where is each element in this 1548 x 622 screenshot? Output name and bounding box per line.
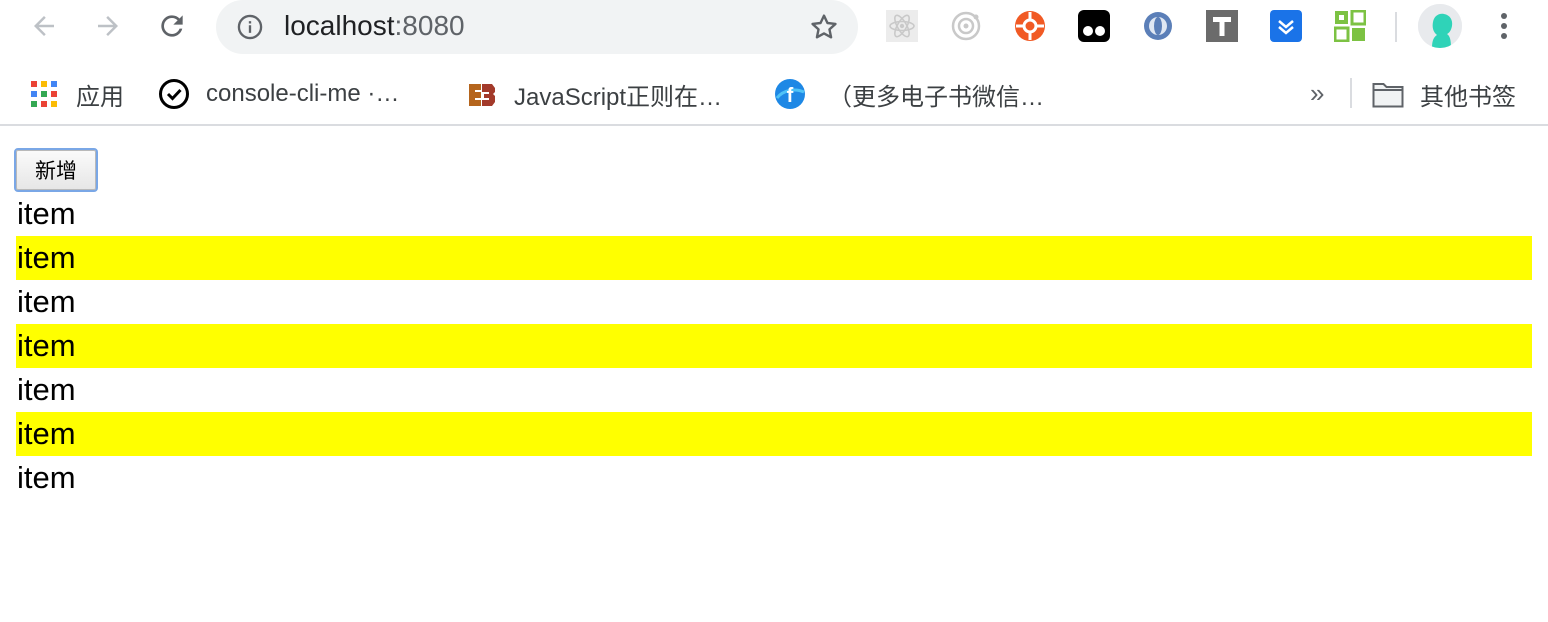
lifebuoy-extension-icon[interactable] bbox=[1014, 10, 1046, 42]
b-logo-icon bbox=[466, 78, 498, 110]
other-bookmarks-folder[interactable]: 其他书签 bbox=[1372, 76, 1516, 112]
browser-toolbar: localhost:8080 bbox=[0, 0, 1548, 62]
folder-icon bbox=[1372, 78, 1404, 110]
bookmark-javascript-regex[interactable]: JavaScript正则在… bbox=[466, 76, 722, 112]
bookmark-console-cli-me[interactable]: console-cli-me ·… bbox=[158, 76, 399, 112]
reload-icon bbox=[161, 15, 183, 37]
list-item: item bbox=[17, 460, 76, 495]
url-text[interactable]: localhost:8080 bbox=[284, 10, 465, 42]
reload-button[interactable] bbox=[152, 6, 192, 46]
svg-text:f: f bbox=[787, 85, 794, 107]
f-logo-icon: f bbox=[774, 78, 806, 110]
item-list: item item item item item item item bbox=[16, 192, 1532, 500]
url-host: localhost bbox=[284, 10, 395, 41]
bookmark-label: 应用 bbox=[76, 83, 124, 111]
download-extension-icon[interactable] bbox=[1270, 10, 1302, 42]
list-item: item bbox=[17, 196, 76, 231]
add-button[interactable]: 新增 bbox=[14, 148, 98, 192]
list-item: item bbox=[17, 372, 76, 407]
tampermonkey-icon[interactable] bbox=[1078, 10, 1110, 42]
bookmark-label: （更多电子书微信… bbox=[828, 83, 1044, 111]
address-bar[interactable]: localhost:8080 bbox=[216, 0, 858, 54]
profile-avatar[interactable] bbox=[1418, 4, 1462, 48]
target-extension-icon[interactable] bbox=[950, 10, 982, 42]
more-menu-icon[interactable] bbox=[1488, 8, 1520, 44]
t-extension-icon[interactable] bbox=[1206, 10, 1238, 42]
forward-arrow-icon bbox=[98, 16, 118, 36]
toolbar-divider bbox=[1395, 12, 1397, 42]
check-circle-icon bbox=[158, 78, 190, 110]
back-arrow-icon bbox=[34, 16, 54, 36]
avatar-icon bbox=[1418, 4, 1462, 48]
bookmark-star-icon[interactable] bbox=[808, 11, 840, 43]
list-item-highlighted: item bbox=[16, 412, 1532, 456]
list-item: item bbox=[17, 284, 76, 319]
forward-button[interactable] bbox=[88, 6, 128, 46]
other-bookmarks-label: 其他书签 bbox=[1420, 83, 1516, 111]
bookmark-apps[interactable]: 应用 bbox=[30, 76, 124, 112]
bookmark-label: console-cli-me ·… bbox=[206, 80, 400, 107]
bookmarks-divider bbox=[1350, 78, 1352, 108]
apps-grid-icon bbox=[30, 78, 58, 110]
list-item-highlighted: item bbox=[16, 324, 1532, 368]
ring-extension-icon[interactable] bbox=[1142, 10, 1174, 42]
bookmarks-overflow-button[interactable]: » bbox=[1310, 78, 1324, 109]
page-content: 新增 item item item item item item item bbox=[0, 128, 1548, 622]
bookmark-label: JavaScript正则在… bbox=[514, 83, 723, 111]
back-button[interactable] bbox=[24, 6, 64, 46]
bookmark-ebooks[interactable]: f （更多电子书微信… bbox=[774, 76, 1044, 112]
qrcode-extension-icon[interactable] bbox=[1334, 10, 1366, 42]
bookmarks-bar: 应用 console-cli-me ·… JavaScript正则在… f （更… bbox=[0, 62, 1548, 126]
url-port: :8080 bbox=[394, 10, 465, 41]
list-item-highlighted: item bbox=[16, 236, 1532, 280]
info-icon[interactable] bbox=[236, 13, 264, 41]
react-devtools-icon[interactable] bbox=[886, 10, 918, 42]
